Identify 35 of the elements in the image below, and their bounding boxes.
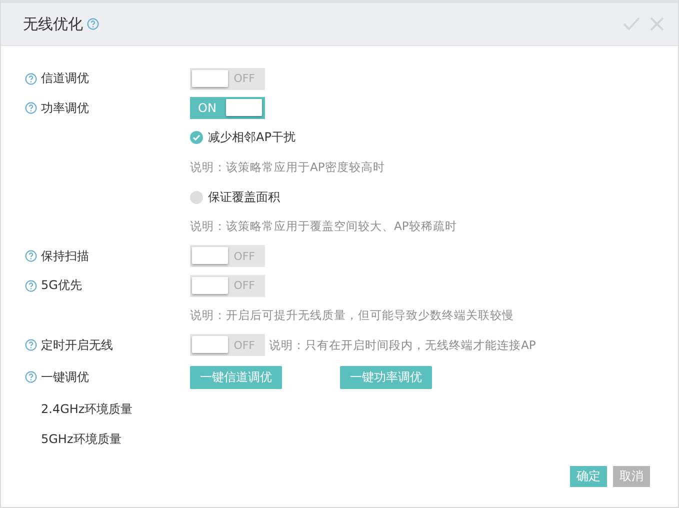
setting-label: 一键调优 bbox=[41, 368, 89, 386]
toggle-switch[interactable]: OFF bbox=[190, 245, 265, 268]
help-icon[interactable] bbox=[25, 339, 37, 352]
setting-label: 信道调优 bbox=[41, 70, 89, 88]
setting-label: 5GHz环境质量 bbox=[41, 430, 122, 448]
tune-button[interactable]: 一键信道调优 bbox=[190, 366, 282, 389]
radio-label: 保证覆盖面积 bbox=[208, 188, 280, 206]
help-icon[interactable] bbox=[25, 280, 37, 292]
confirm-button[interactable]: 确定 bbox=[570, 466, 607, 488]
radio-button[interactable] bbox=[190, 131, 203, 144]
toggle-switch[interactable]: ON bbox=[190, 97, 265, 120]
setting-label: 2.4GHz环境质量 bbox=[41, 401, 133, 418]
help-icon[interactable] bbox=[25, 250, 37, 262]
setting-label: 保持扫描 bbox=[41, 248, 89, 265]
note-text: 说明：该策略常应用于AP密度较高时 bbox=[190, 160, 385, 176]
radio-button[interactable] bbox=[190, 190, 203, 204]
setting-label: 定时开启无线 bbox=[41, 336, 113, 354]
help-icon[interactable] bbox=[87, 18, 99, 30]
cancel-button[interactable]: 取消 bbox=[613, 466, 650, 488]
note-text: 说明：该策略常应用于覆盖空间较大、AP较稀疏时 bbox=[190, 219, 457, 234]
check-icon[interactable] bbox=[623, 17, 640, 31]
toggle-switch[interactable]: OFF bbox=[190, 274, 265, 297]
note-text: 说明：开启后可提升无线质量，但可能导致少数终端关联较慢 bbox=[190, 308, 514, 324]
toggle-switch[interactable]: OFF bbox=[190, 68, 265, 90]
note-text: 说明：只有在开启时间段内，无线终端才能连接AP bbox=[269, 338, 536, 353]
window-title: 无线优化 bbox=[23, 14, 83, 34]
check-icon bbox=[192, 133, 201, 142]
tune-button[interactable]: 一键功率调优 bbox=[340, 366, 432, 389]
toggle-switch[interactable]: OFF bbox=[190, 334, 265, 356]
help-icon[interactable] bbox=[25, 102, 37, 114]
help-icon[interactable] bbox=[25, 72, 37, 85]
radio-label: 减少相邻AP干扰 bbox=[208, 129, 296, 146]
setting-label: 功率调优 bbox=[41, 100, 89, 117]
setting-label: 5G优先 bbox=[41, 277, 82, 294]
help-icon[interactable] bbox=[25, 371, 37, 384]
